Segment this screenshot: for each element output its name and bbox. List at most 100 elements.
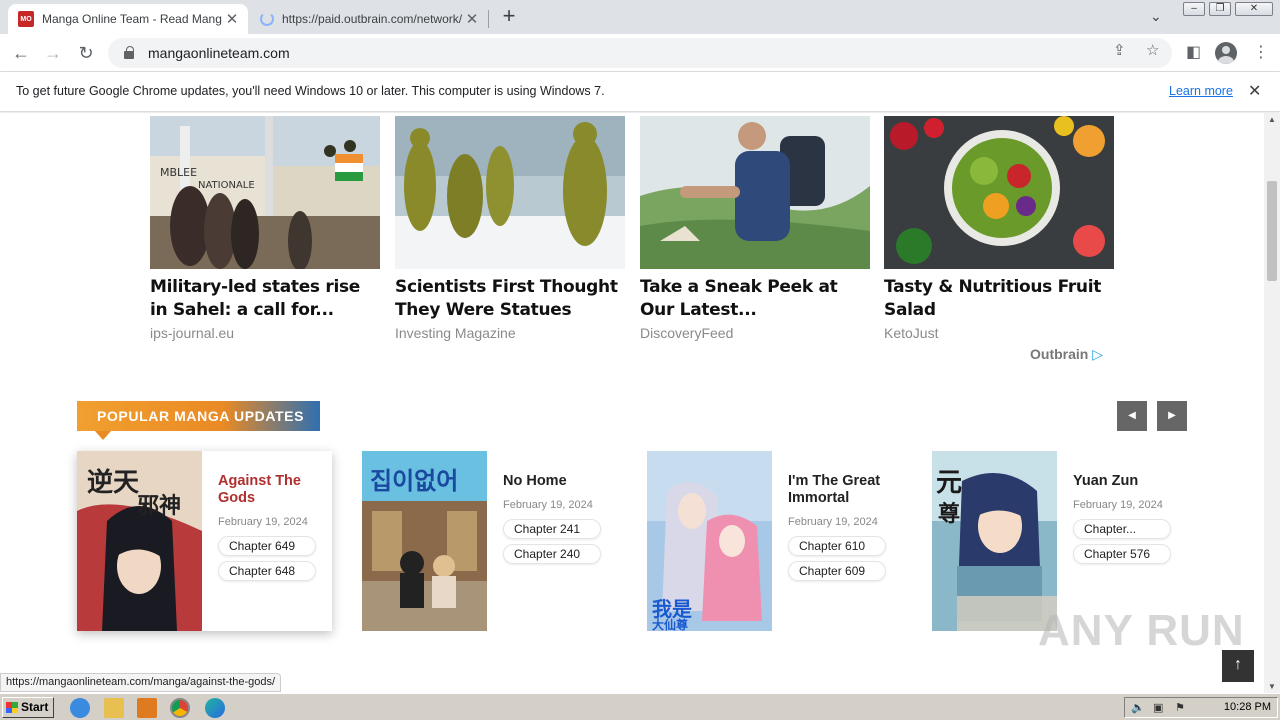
- manga-info: I'm The Great Immortal February 19, 2024…: [788, 473, 898, 581]
- svg-text:逆天: 逆天: [87, 467, 139, 498]
- back-arrow-icon[interactable]: ←: [8, 40, 34, 66]
- svg-text:집이없어: 집이없어: [370, 467, 458, 495]
- reload-icon[interactable]: ↻: [73, 40, 99, 66]
- manga-date: February 19, 2024: [503, 499, 593, 511]
- volume-icon[interactable]: 🔈: [1131, 701, 1145, 714]
- windows-taskbar: Start 🔈 ▣ ⚑ 10:28 PM: [0, 693, 1280, 720]
- internet-explorer-icon[interactable]: [70, 698, 90, 718]
- loading-spinner-icon: [260, 12, 274, 26]
- manga-date: February 19, 2024: [218, 516, 308, 528]
- edge-icon[interactable]: [205, 698, 225, 718]
- media-player-icon[interactable]: [137, 698, 157, 718]
- manga-info: Against The Gods February 19, 2024 Chapt…: [218, 473, 328, 581]
- manga-title[interactable]: Yuan Zun: [1073, 473, 1183, 490]
- new-tab-button[interactable]: +: [498, 5, 520, 28]
- card-title[interactable]: Take a Sneak Peek at Our Latest...: [640, 276, 870, 322]
- card-title[interactable]: Scientists First Thought They Were Statu…: [395, 276, 625, 322]
- statues-photo[interactable]: [395, 116, 625, 269]
- manga-cover[interactable]: 逆天 邪神: [77, 451, 202, 631]
- chapter-link[interactable]: Chapter 240: [503, 544, 601, 564]
- address-url[interactable]: mangaonlineteam.com: [148, 45, 290, 61]
- browser-toolbar: ← → ↻ mangaonlineteam.com ⇪ ☆ ◧ ⋮: [0, 34, 1280, 72]
- manga-item[interactable]: 逆天 邪神 Against The Gods February 19, 2024…: [77, 451, 332, 631]
- file-explorer-icon[interactable]: [104, 698, 124, 718]
- svg-text:元: 元: [936, 468, 962, 498]
- close-tab-icon[interactable]: ✕: [462, 10, 482, 28]
- back-to-top-button[interactable]: ↑: [1222, 650, 1254, 682]
- close-infobar-icon[interactable]: ✕: [1248, 81, 1261, 101]
- chapter-link[interactable]: Chapter...: [1073, 519, 1171, 539]
- close-window-button[interactable]: ✕: [1235, 2, 1273, 16]
- action-center-flag-icon[interactable]: ⚑: [1175, 701, 1188, 714]
- outbrain-card[interactable]: MBLEE NATIONALE Military-led states rise…: [150, 116, 380, 341]
- start-label: Start: [21, 700, 49, 714]
- chapter-link[interactable]: Chapter 576: [1073, 544, 1171, 564]
- tab-separator: [488, 10, 489, 28]
- share-icon[interactable]: ⇪: [1113, 41, 1126, 59]
- page-scrollbar[interactable]: ▲ ▼: [1264, 113, 1280, 693]
- restore-button[interactable]: ❐: [1209, 2, 1231, 16]
- infobar-message: To get future Google Chrome updates, you…: [16, 84, 605, 98]
- outbrain-card[interactable]: Tasty & Nutritious Fruit Salad KetoJust: [884, 116, 1114, 341]
- scrollbar-thumb[interactable]: [1267, 181, 1277, 281]
- manga-title[interactable]: No Home: [503, 473, 613, 490]
- section-heading: POPULAR MANGA UPDATES: [77, 401, 320, 440]
- outbrain-card[interactable]: Take a Sneak Peek at Our Latest... Disco…: [640, 116, 870, 341]
- manga-title[interactable]: I'm The Great Immortal: [788, 473, 898, 507]
- manga-info: Yuan Zun February 19, 2024 Chapter... Ch…: [1073, 473, 1183, 564]
- update-infobar: To get future Google Chrome updates, you…: [0, 72, 1280, 112]
- manga-cover[interactable]: 집이없어: [362, 451, 487, 631]
- carousel-next-button[interactable]: ▶: [1157, 401, 1187, 431]
- chapter-link[interactable]: Chapter 241: [503, 519, 601, 539]
- chapter-link[interactable]: Chapter 610: [788, 536, 886, 556]
- carousel-prev-button[interactable]: ◀: [1117, 401, 1147, 431]
- start-button[interactable]: Start: [2, 697, 54, 718]
- chapter-link[interactable]: Chapter 609: [788, 561, 886, 581]
- chrome-taskbar-icon[interactable]: [170, 698, 190, 718]
- tab-outbrain-redirect[interactable]: https://paid.outbrain.com/network/redir …: [250, 4, 488, 34]
- manga-favicon-icon: MO: [18, 11, 34, 27]
- menu-kebab-icon[interactable]: ⋮: [1253, 42, 1269, 62]
- card-source: ips-journal.eu: [150, 325, 235, 341]
- chapter-link[interactable]: Chapter 648: [218, 561, 316, 581]
- anyrun-watermark: ANY RUN: [1038, 606, 1245, 655]
- card-title[interactable]: Military-led states rise in Sahel: a cal…: [150, 276, 380, 322]
- scroll-up-icon[interactable]: ▲: [1268, 115, 1276, 124]
- clock[interactable]: 10:28 PM: [1224, 701, 1271, 713]
- address-bar[interactable]: mangaonlineteam.com: [108, 38, 1172, 68]
- manga-cover[interactable]: 元 尊: [932, 451, 1057, 631]
- minimize-button[interactable]: –: [1183, 2, 1205, 16]
- side-panel-icon[interactable]: ◧: [1186, 42, 1201, 62]
- tab-title: https://paid.outbrain.com/network/redir: [282, 12, 462, 26]
- manga-item[interactable]: 元 尊 Yuan Zun February 19, 2024 Chapter..…: [932, 451, 1187, 631]
- chapter-link[interactable]: Chapter 649: [218, 536, 316, 556]
- manga-date: February 19, 2024: [788, 516, 878, 528]
- outbrain-adchoice-icon[interactable]: ▷: [1092, 346, 1103, 362]
- svg-text:尊: 尊: [938, 501, 960, 527]
- sahel-photo[interactable]: MBLEE NATIONALE: [150, 116, 380, 269]
- card-title[interactable]: Tasty & Nutritious Fruit Salad: [884, 276, 1114, 322]
- manga-item[interactable]: 我是 大仙尊 I'm The Great Immortal February 1…: [647, 451, 902, 631]
- close-tab-icon[interactable]: ✕: [222, 10, 242, 28]
- hiker-photo[interactable]: [640, 116, 870, 269]
- manga-title[interactable]: Against The Gods: [218, 473, 328, 507]
- manga-item[interactable]: 집이없어 No Home February 19, 2024 Chapter 2…: [362, 451, 617, 631]
- tab-manga-online-team[interactable]: MO Manga Online Team - Read Manga Online…: [8, 4, 248, 34]
- network-icon[interactable]: ▣: [1153, 701, 1166, 714]
- outbrain-card[interactable]: Scientists First Thought They Were Statu…: [395, 116, 625, 341]
- fruit-salad-photo[interactable]: [884, 116, 1114, 269]
- card-source: DiscoveryFeed: [640, 325, 734, 341]
- lock-icon[interactable]: [124, 46, 134, 59]
- profile-avatar-icon[interactable]: [1215, 42, 1237, 64]
- windows-logo-icon: [6, 702, 18, 713]
- screen: MO Manga Online Team - Read Manga Online…: [0, 0, 1280, 720]
- manga-cover[interactable]: 我是 大仙尊: [647, 451, 772, 631]
- bookmark-star-icon[interactable]: ☆: [1146, 41, 1159, 59]
- scroll-down-icon[interactable]: ▼: [1268, 682, 1276, 691]
- outbrain-logo[interactable]: Outbrain ▷: [1030, 346, 1103, 363]
- tab-search-chevron-icon[interactable]: ⌄: [1150, 8, 1162, 25]
- learn-more-link[interactable]: Learn more: [1169, 84, 1233, 98]
- svg-text:大仙尊: 大仙尊: [652, 617, 688, 631]
- card-source: Investing Magazine: [395, 325, 516, 341]
- forward-arrow-icon[interactable]: →: [40, 40, 66, 66]
